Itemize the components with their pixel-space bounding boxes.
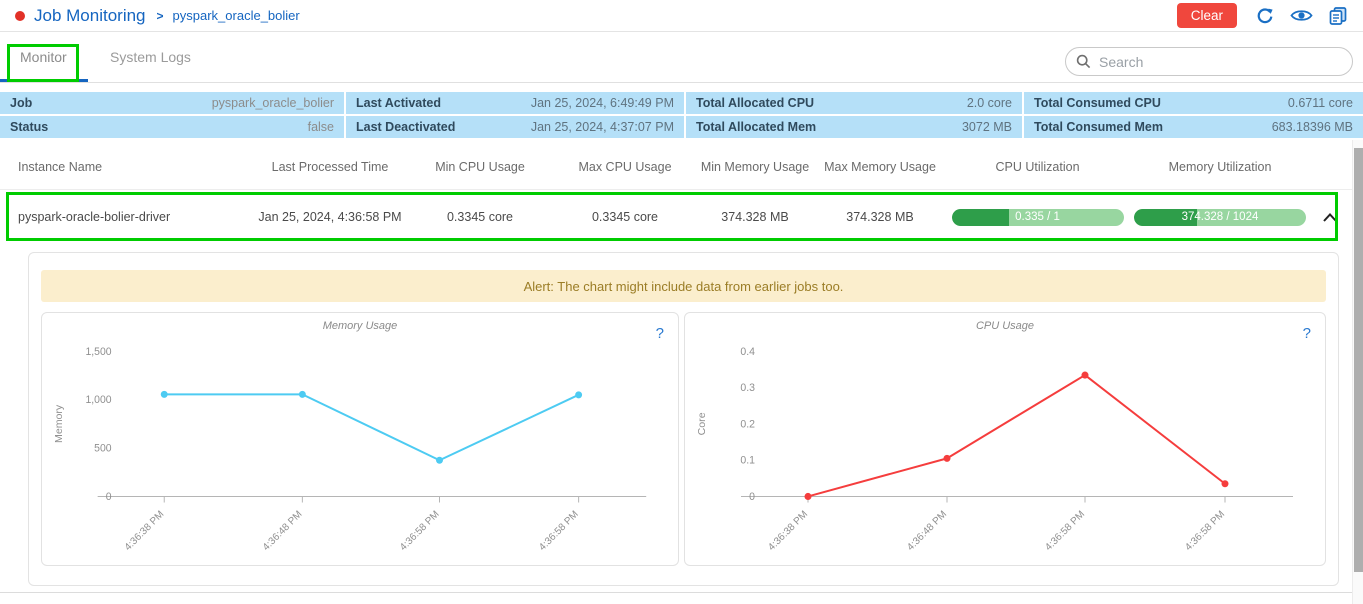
svg-text:1,500: 1,500 bbox=[85, 346, 111, 358]
svg-text:0.2: 0.2 bbox=[740, 418, 755, 430]
summary-cell-total-consumed-mem: Total Consumed Mem 683.18396 MB bbox=[1024, 116, 1363, 138]
col-header-memory-utilization: Memory Utilization bbox=[1130, 160, 1310, 174]
cpu-utilization-bar: 0.335 / 1 bbox=[952, 209, 1124, 226]
svg-text:4:36:38 PM: 4:36:38 PM bbox=[123, 509, 167, 553]
summary-label: Job bbox=[10, 96, 32, 110]
svg-text:1,000: 1,000 bbox=[85, 394, 111, 406]
max-cpu-cell: 0.3345 core bbox=[555, 210, 695, 224]
active-tab-underline bbox=[0, 79, 88, 82]
summary-cell-total-allocated-mem: Total Allocated Mem 3072 MB bbox=[686, 116, 1022, 138]
summary-value: false bbox=[308, 120, 334, 134]
svg-text:Memory: Memory bbox=[53, 404, 65, 443]
col-header-last-processed-time: Last Processed Time bbox=[255, 160, 405, 174]
summary-value: 0.6711 core bbox=[1288, 96, 1353, 110]
tab-monitor[interactable]: Monitor bbox=[20, 32, 67, 82]
cpu-usage-chart: CPU Usage ? 00.10.20.30.4Core4:36:38 PM4… bbox=[684, 312, 1326, 566]
search-box[interactable] bbox=[1065, 47, 1353, 76]
summary-value: 3072 MB bbox=[962, 120, 1012, 134]
breadcrumb-current: pyspark_oracle_bolier bbox=[173, 8, 300, 23]
summary-value: 2.0 core bbox=[967, 96, 1012, 110]
cpu-utilization-cell: 0.335 / 1 bbox=[945, 209, 1130, 226]
svg-text:4:36:58 PM: 4:36:58 PM bbox=[1183, 509, 1227, 553]
summary-cell-last-deactivated: Last Deactivated Jan 25, 2024, 4:37:07 P… bbox=[346, 116, 684, 138]
logs-icon[interactable] bbox=[1328, 6, 1348, 26]
summary-cell-status: Status false bbox=[0, 116, 344, 138]
svg-text:0: 0 bbox=[106, 491, 112, 503]
summary-cell-total-allocated-cpu: Total Allocated CPU 2.0 core bbox=[686, 92, 1022, 114]
memory-usage-chart: Memory Usage ? 05001,0001,500Memory4:36:… bbox=[41, 312, 679, 566]
svg-text:4:36:58 PM: 4:36:58 PM bbox=[398, 509, 442, 553]
search-icon bbox=[1076, 54, 1091, 69]
summary-value: Jan 25, 2024, 4:37:07 PM bbox=[531, 120, 674, 134]
status-dot-icon bbox=[15, 11, 25, 21]
summary-cell-last-activated: Last Activated Jan 25, 2024, 6:49:49 PM bbox=[346, 92, 684, 114]
col-header-min-mem: Min Memory Usage bbox=[695, 160, 815, 174]
memory-utilization-bar: 374.328 / 1024 bbox=[1134, 209, 1306, 226]
col-header-cpu-utilization: CPU Utilization bbox=[945, 160, 1130, 174]
summary-value: 683.18396 MB bbox=[1272, 120, 1353, 134]
instance-detail-card: Alert: The chart might include data from… bbox=[28, 252, 1339, 586]
bottom-divider bbox=[0, 592, 1352, 593]
memory-utilization-cell: 374.328 / 1024 bbox=[1130, 209, 1310, 226]
col-header-max-cpu: Max CPU Usage bbox=[555, 160, 695, 174]
svg-text:4:36:58 PM: 4:36:58 PM bbox=[1043, 509, 1087, 553]
cpu-utilization-bar-label: 0.335 / 1 bbox=[952, 209, 1124, 226]
svg-text:Core: Core bbox=[696, 412, 708, 435]
svg-text:0: 0 bbox=[749, 491, 755, 503]
summary-label: Total Allocated CPU bbox=[696, 96, 814, 110]
summary-label: Last Activated bbox=[356, 96, 441, 110]
page-title[interactable]: Job Monitoring bbox=[34, 6, 146, 26]
min-mem-cell: 374.328 MB bbox=[695, 210, 815, 224]
instance-name-cell: pyspark-oracle-bolier-driver bbox=[0, 210, 255, 224]
eye-icon[interactable] bbox=[1290, 8, 1313, 23]
vertical-scrollbar[interactable] bbox=[1352, 140, 1363, 604]
summary-label: Last Deactivated bbox=[356, 120, 455, 134]
summary-label: Total Allocated Mem bbox=[696, 120, 816, 134]
job-summary-grid: Job pyspark_oracle_bolier Last Activated… bbox=[0, 92, 1363, 138]
summary-label: Total Consumed CPU bbox=[1034, 96, 1161, 110]
summary-label: Total Consumed Mem bbox=[1034, 120, 1163, 134]
svg-text:0.3: 0.3 bbox=[740, 382, 755, 394]
col-header-max-mem: Max Memory Usage bbox=[815, 160, 945, 174]
charts-row: Memory Usage ? 05001,0001,500Memory4:36:… bbox=[41, 312, 1326, 566]
svg-text:500: 500 bbox=[94, 443, 112, 455]
col-header-min-cpu: Min CPU Usage bbox=[405, 160, 555, 174]
clear-button[interactable]: Clear bbox=[1177, 3, 1237, 28]
tab-bar: Monitor System Logs bbox=[0, 32, 1363, 83]
min-cpu-cell: 0.3345 core bbox=[405, 210, 555, 224]
vertical-scrollbar-thumb[interactable] bbox=[1354, 148, 1363, 572]
summary-label: Status bbox=[10, 120, 48, 134]
summary-value: pyspark_oracle_bolier bbox=[212, 96, 334, 110]
search-input[interactable] bbox=[1099, 54, 1342, 70]
last-processed-time-cell: Jan 25, 2024, 4:36:58 PM bbox=[255, 210, 405, 224]
summary-cell-total-consumed-cpu: Total Consumed CPU 0.6711 core bbox=[1024, 92, 1363, 114]
svg-text:4:36:48 PM: 4:36:48 PM bbox=[261, 509, 305, 553]
svg-text:4:36:38 PM: 4:36:38 PM bbox=[766, 509, 810, 553]
alert-text: Alert: The chart might include data from… bbox=[524, 279, 844, 294]
summary-value: Jan 25, 2024, 6:49:49 PM bbox=[531, 96, 674, 110]
svg-text:0.4: 0.4 bbox=[740, 346, 755, 358]
tab-system-logs[interactable]: System Logs bbox=[110, 32, 191, 82]
col-header-instance-name: Instance Name bbox=[0, 160, 255, 174]
svg-text:4:36:48 PM: 4:36:48 PM bbox=[905, 509, 949, 553]
refresh-icon[interactable] bbox=[1255, 6, 1275, 26]
instance-table-header: Instance Name Last Processed Time Min CP… bbox=[0, 145, 1352, 190]
alert-banner: Alert: The chart might include data from… bbox=[41, 270, 1326, 302]
svg-text:4:36:58 PM: 4:36:58 PM bbox=[537, 509, 581, 553]
svg-text:0.1: 0.1 bbox=[740, 455, 755, 467]
collapse-chevron-up-icon[interactable] bbox=[1323, 213, 1337, 222]
summary-cell-job: Job pyspark_oracle_bolier bbox=[0, 92, 344, 114]
memory-utilization-bar-label: 374.328 / 1024 bbox=[1134, 209, 1306, 226]
max-mem-cell: 374.328 MB bbox=[815, 210, 945, 224]
instance-table-row[interactable]: pyspark-oracle-bolier-driver Jan 25, 202… bbox=[0, 194, 1352, 240]
chevron-right-icon: > bbox=[157, 9, 164, 23]
top-bar: Job Monitoring > pyspark_oracle_bolier C… bbox=[0, 0, 1363, 32]
